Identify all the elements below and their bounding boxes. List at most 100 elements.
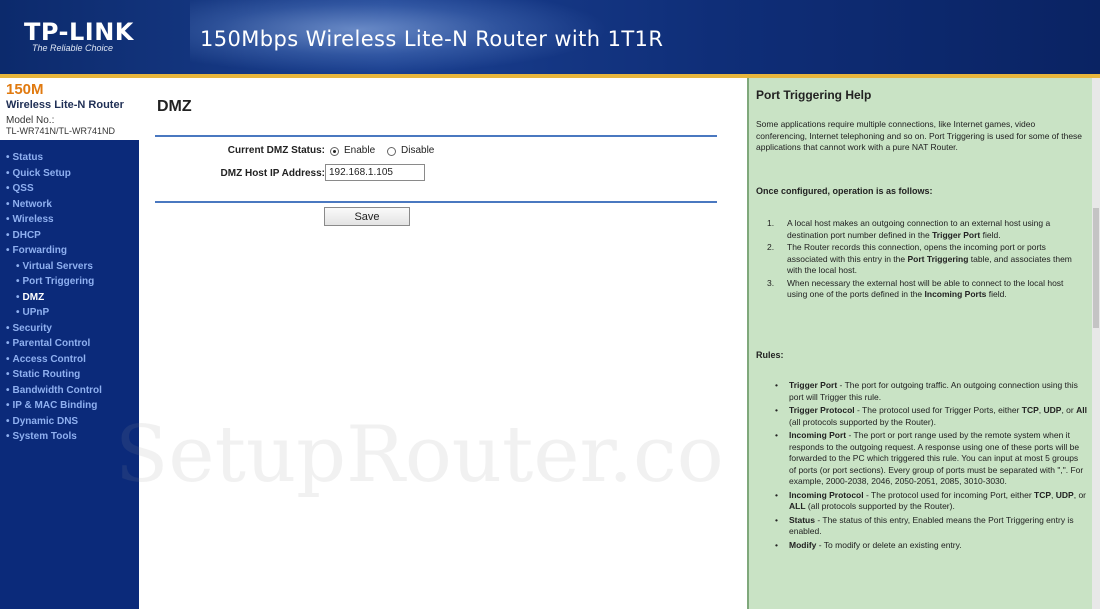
help-text: All [1076, 405, 1087, 415]
sidebar-item-label: System Tools [12, 431, 77, 442]
dmz-host-ip-input[interactable] [325, 164, 425, 181]
help-text: A local host makes an outgoing connectio… [787, 218, 1051, 240]
help-text: (all protocols supported by the Router). [789, 416, 936, 427]
help-scrollbar[interactable] [1092, 78, 1100, 609]
sidebar-item-port-triggering[interactable]: • Port Triggering [16, 276, 94, 287]
step-number: 3. [767, 277, 775, 288]
help-step: 2. The Router records this connection, op… [767, 242, 1085, 277]
step-number: 1. [767, 218, 775, 228]
sidebar: 150M Wireless Lite-N Router Model No.: T… [0, 78, 140, 609]
sidebar-item-status[interactable]: • Status [6, 152, 43, 163]
sidebar-item-wireless[interactable]: • Wireless [6, 214, 54, 225]
help-rule: • Trigger Protocol - The protocol used fo… [771, 405, 1087, 428]
bullet-icon: • [6, 338, 10, 349]
scrollbar-thumb[interactable] [1093, 208, 1099, 328]
sidebar-item-label: Parental Control [12, 338, 91, 349]
help-text: , or [1061, 405, 1077, 415]
sidebar-item-ip-mac-binding[interactable]: • IP & MAC Binding [6, 400, 97, 411]
bullet-icon: • [775, 430, 778, 440]
sidebar-item-label: Port Triggering [22, 276, 95, 287]
help-rule: • Incoming Port - The port or port range … [771, 430, 1087, 488]
sidebar-item-label: Forwarding [12, 245, 67, 256]
sidebar-item-bandwidth-control[interactable]: • Bandwidth Control [6, 385, 102, 396]
help-text: Incoming Protocol [789, 489, 864, 500]
bullet-icon: • [16, 276, 20, 287]
header-banner: TP-LINK The Reliable Choice 150Mbps Wire… [0, 0, 1100, 74]
bullet-icon: • [6, 245, 10, 256]
bullet-icon: • [16, 307, 20, 318]
sidebar-item-forwarding[interactable]: • Forwarding [6, 245, 67, 256]
help-text: Trigger Port [932, 229, 981, 240]
bullet-icon: • [6, 152, 10, 163]
help-text: Trigger Port [789, 380, 838, 390]
help-rule: • Modify - To modify or delete an existin… [771, 540, 1087, 552]
logo-tagline: The Reliable Choice [32, 43, 114, 53]
save-button[interactable]: Save [324, 207, 410, 226]
sidebar-item-label: Dynamic DNS [12, 415, 79, 427]
bullet-icon: • [6, 229, 10, 241]
help-text: ALL [789, 501, 806, 511]
tp-link-logo: TP-LINK [24, 18, 134, 46]
help-text: - The status of this entry, Enabled mean… [789, 514, 1074, 537]
help-rule: • Status - The status of this entry, Enab… [771, 515, 1087, 538]
sidebar-item-network[interactable]: • Network [6, 199, 52, 210]
sidebar-item-system-tools[interactable]: • System Tools [6, 431, 77, 442]
help-rule: • Trigger Port - The port for outgoing tr… [771, 380, 1087, 403]
help-text: Status [789, 514, 815, 525]
model-info: 150M Wireless Lite-N Router Model No.: T… [0, 78, 140, 140]
sidebar-item-static-routing[interactable]: • Static Routing [6, 369, 80, 380]
help-text: - To modify or delete an existing entry. [816, 539, 962, 550]
bullet-icon: • [6, 183, 10, 194]
help-text: UDP [1055, 489, 1074, 500]
bullet-icon: • [775, 380, 778, 390]
sidebar-item-upnp[interactable]: • UPnP [16, 307, 49, 318]
bullet-icon: • [775, 405, 778, 415]
sidebar-item-parental-control[interactable]: • Parental Control [6, 338, 90, 349]
help-text: field. [986, 289, 1007, 299]
bullet-icon: • [6, 369, 10, 380]
help-text: - The protocol used for incoming Port, e… [863, 489, 1035, 500]
sidebar-item-label: Network [12, 198, 52, 210]
model-name: Wireless Lite-N Router [6, 99, 124, 111]
help-text: Port Triggering [907, 253, 969, 264]
bullet-icon: • [6, 167, 10, 179]
help-step: 3. When necessary the external host will … [767, 278, 1085, 301]
dmz-status-label: Current DMZ Status: [227, 145, 325, 156]
bullet-icon: • [775, 514, 778, 525]
help-text: Modify [789, 539, 817, 550]
sidebar-item-dynamic-dns[interactable]: • Dynamic DNS [6, 416, 78, 427]
sidebar-item-security[interactable]: • Security [6, 323, 52, 334]
sidebar-item-dmz[interactable]: • DMZ [16, 292, 44, 303]
sidebar-item-label: Security [12, 322, 52, 334]
step-number: 2. [767, 242, 775, 252]
product-title: 150Mbps Wireless Lite-N Router with 1T1R [200, 27, 664, 51]
bullet-icon: • [6, 322, 10, 334]
sidebar-item-quick-setup[interactable]: • Quick Setup [6, 168, 71, 179]
enable-radio-label[interactable]: Enable [344, 145, 375, 156]
dmz-host-ip-label: DMZ Host IP Address: [220, 168, 325, 179]
bullet-icon: • [6, 400, 10, 411]
sidebar-item-access-control[interactable]: • Access Control [6, 354, 86, 365]
sidebar-item-virtual-servers[interactable]: • Virtual Servers [16, 261, 93, 272]
sidebar-item-dhcp[interactable]: • DHCP [6, 230, 41, 241]
sidebar-item-label: Static Routing [12, 369, 81, 380]
help-panel: Port Triggering Help Some applications r… [747, 78, 1092, 609]
model-speed: 150M [6, 81, 44, 98]
help-text: TCP [1034, 489, 1052, 500]
bullet-icon: • [6, 353, 10, 365]
sidebar-item-label: DHCP [12, 229, 41, 241]
help-text: TCP [1021, 405, 1039, 415]
bullet-icon: • [16, 291, 20, 303]
enable-radio[interactable] [330, 147, 339, 156]
bullet-icon: • [775, 539, 778, 550]
bullet-icon: • [775, 489, 778, 500]
disable-radio[interactable] [387, 147, 396, 156]
sidebar-item-label: QSS [12, 183, 34, 194]
bullet-icon: • [6, 214, 10, 225]
disable-radio-label[interactable]: Disable [401, 145, 434, 156]
sidebar-item-qss[interactable]: • QSS [6, 183, 34, 194]
bullet-icon: • [16, 260, 20, 272]
help-step: 1. A local host makes an outgoing connect… [767, 218, 1085, 241]
help-text: Trigger Protocol [789, 405, 855, 415]
model-number-label: Model No.: [6, 115, 55, 126]
